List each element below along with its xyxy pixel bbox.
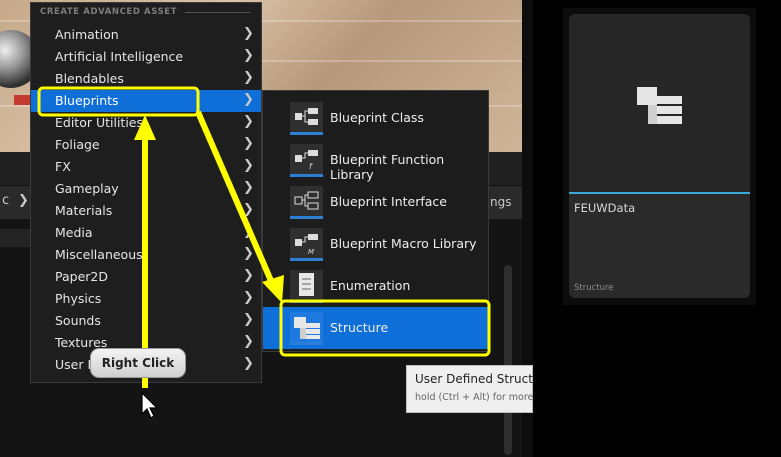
diagonal-arrow-shaft xyxy=(195,110,275,285)
right-click-label: Right Click xyxy=(101,356,175,370)
vertical-arrow-head xyxy=(134,115,156,140)
annotation-overlay xyxy=(37,86,491,388)
structure-highlight-box xyxy=(279,299,491,357)
diagonal-arrow-head xyxy=(262,275,284,303)
mouse-cursor-icon xyxy=(141,392,159,419)
blueprints-highlight-box xyxy=(37,86,200,117)
